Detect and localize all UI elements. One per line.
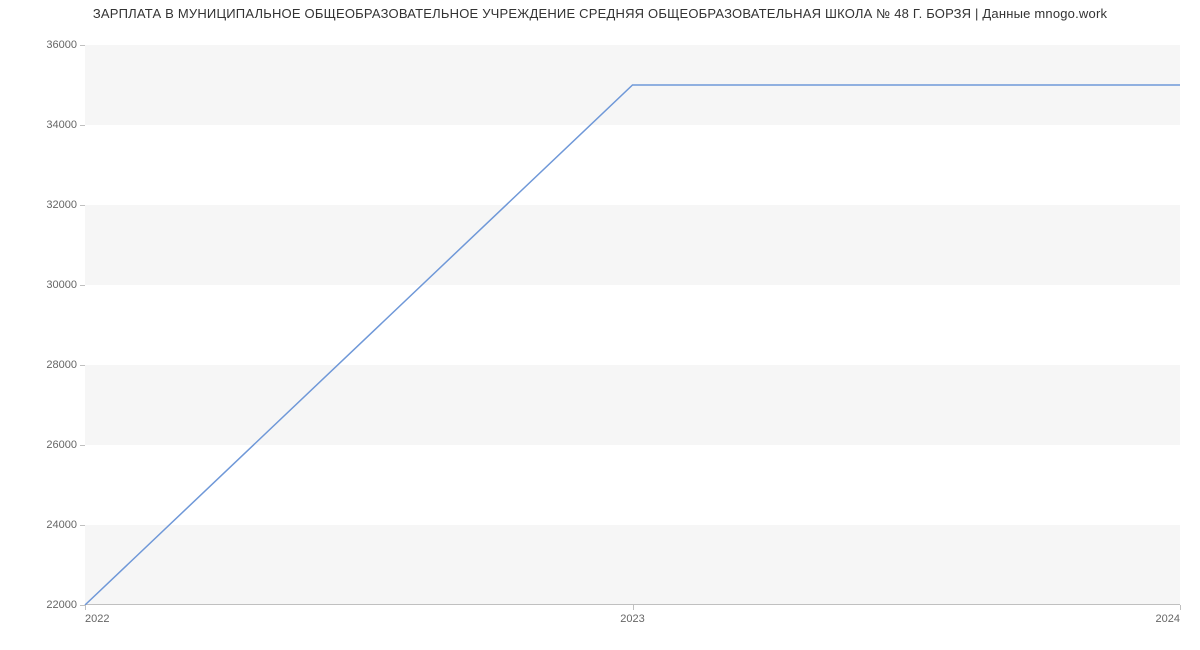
chart-container: ЗАРПЛАТА В МУНИЦИПАЛЬНОЕ ОБЩЕОБРАЗОВАТЕЛ… xyxy=(0,0,1200,650)
y-tick-label: 22000 xyxy=(46,599,77,611)
y-tick-label: 28000 xyxy=(46,359,77,371)
y-tick-label: 30000 xyxy=(46,279,77,291)
y-tick-mark xyxy=(80,45,85,46)
plot-area: 2200024000260002800030000320003400036000… xyxy=(85,45,1180,605)
x-tick-mark xyxy=(1180,605,1181,610)
y-tick-mark xyxy=(80,205,85,206)
x-tick-label: 2023 xyxy=(620,613,644,625)
line-layer xyxy=(85,45,1180,605)
y-tick-label: 26000 xyxy=(46,439,77,451)
x-tick-label: 2022 xyxy=(85,613,109,625)
series-line xyxy=(85,85,1180,605)
x-tick-mark xyxy=(633,605,634,610)
y-tick-label: 32000 xyxy=(46,199,77,211)
y-tick-mark xyxy=(80,365,85,366)
x-tick-label: 2024 xyxy=(1156,613,1180,625)
y-tick-mark xyxy=(80,445,85,446)
y-tick-label: 34000 xyxy=(46,119,77,131)
y-tick-mark xyxy=(80,285,85,286)
chart-title: ЗАРПЛАТА В МУНИЦИПАЛЬНОЕ ОБЩЕОБРАЗОВАТЕЛ… xyxy=(0,6,1200,21)
x-tick-mark xyxy=(85,605,86,610)
y-tick-label: 24000 xyxy=(46,519,77,531)
y-tick-mark xyxy=(80,525,85,526)
y-tick-label: 36000 xyxy=(46,39,77,51)
y-tick-mark xyxy=(80,125,85,126)
